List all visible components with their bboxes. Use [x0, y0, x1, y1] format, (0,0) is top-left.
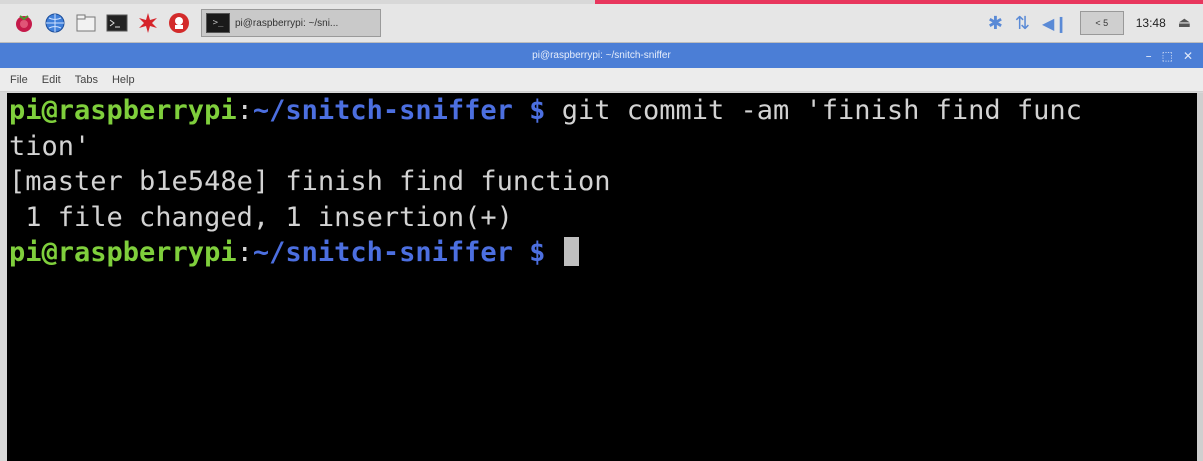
file-manager-icon[interactable] [74, 11, 98, 35]
bluetooth-icon[interactable]: ✱ [988, 13, 1003, 34]
terminal-line: pi@raspberrypi:~/snitch-sniffer $ [9, 235, 1197, 271]
terminal-line: 1 file changed, 1 insertion(+) [9, 200, 1197, 236]
menu-edit[interactable]: Edit [42, 74, 61, 86]
web-browser-icon[interactable] [43, 11, 67, 35]
prompt-separator: : [236, 237, 253, 268]
terminal-icon[interactable] [105, 11, 129, 35]
minimize-icon[interactable]: – [1146, 49, 1152, 63]
launcher-bar [12, 11, 191, 35]
window-controls: – ⬚ ✕ [1146, 43, 1193, 68]
terminal-line: [master b1e548e] finish find function [9, 164, 1197, 200]
eject-icon[interactable]: ⏏ [1178, 15, 1191, 31]
prompt-user: pi@raspberrypi [9, 237, 237, 268]
math-kernel-icon[interactable] [136, 11, 160, 35]
taskbar-window-label: pi@raspberrypi: ~/sni... [235, 17, 339, 29]
network-icon[interactable]: ⇅ [1015, 13, 1030, 34]
prompt-separator: : [236, 95, 253, 126]
command-wrap: tion' [9, 130, 91, 162]
prompt-path: ~/snitch-sniffer $ [252, 237, 546, 268]
terminal-line: tion' [9, 129, 1197, 165]
scrollbar[interactable] [1197, 93, 1203, 461]
prompt-path: ~/snitch-sniffer $ [252, 95, 546, 126]
maximize-icon[interactable]: ⬚ [1162, 49, 1173, 63]
system-tray: ✱ ⇅ ◀❙ < 5 13:48 ⏏ [988, 4, 1191, 42]
terminal-line: pi@raspberrypi:~/snitch-sniffer $ git co… [9, 93, 1197, 129]
taskbar: >_ pi@raspberrypi: ~/sni... ✱ ⇅ ◀❙ < 5 1… [0, 4, 1203, 43]
close-icon[interactable]: ✕ [1183, 49, 1193, 63]
menu-file[interactable]: File [10, 74, 28, 86]
menu-tabs[interactable]: Tabs [75, 74, 98, 86]
prompt-user: pi@raspberrypi [9, 95, 237, 126]
window-title: pi@raspberrypi: ~/snitch-sniffer [532, 50, 671, 61]
command-text: git commit -am 'finish find func [545, 95, 1082, 126]
taskbar-window-button[interactable]: >_ pi@raspberrypi: ~/sni... [201, 9, 381, 37]
wolfram-icon[interactable] [167, 11, 191, 35]
volume-icon[interactable]: ◀❙ [1042, 14, 1068, 33]
output-text: 1 file changed, 1 insertion(+) [9, 201, 513, 233]
terminal-output[interactable]: pi@raspberrypi:~/snitch-sniffer $ git co… [7, 93, 1197, 461]
raspberry-menu-icon[interactable] [12, 11, 36, 35]
window-titlebar[interactable]: pi@raspberrypi: ~/snitch-sniffer – ⬚ ✕ [0, 43, 1203, 68]
output-text: [master b1e548e] finish find function [9, 166, 611, 197]
terminal-icon: >_ [206, 13, 230, 33]
menubar: File Edit Tabs Help [0, 68, 1203, 92]
cpu-monitor: < 5 [1079, 11, 1124, 35]
menu-help[interactable]: Help [112, 74, 135, 86]
text-cursor [563, 237, 579, 266]
clock[interactable]: 13:48 [1136, 16, 1166, 30]
